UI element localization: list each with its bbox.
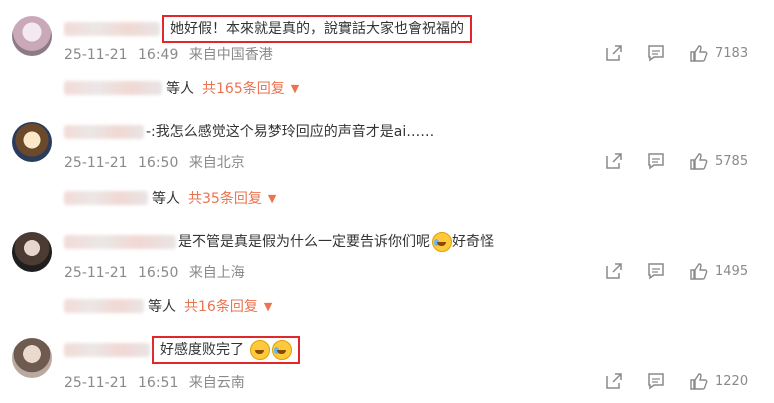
comment-location: 来自北京 — [188, 155, 245, 171]
comment-icon — [648, 373, 664, 390]
crying-emoji — [272, 340, 293, 360]
like-icon — [690, 373, 708, 390]
comment-time: 16:49 — [138, 47, 179, 63]
share-button[interactable] — [604, 370, 624, 392]
comment-meta: 25-11-21 16:50 来自上海 — [64, 262, 245, 282]
comment-text: 好感度败完了 — [160, 342, 244, 358]
comment-meta: 25-11-21 16:51 来自云南 — [64, 372, 245, 392]
comment-actions: 1220 — [604, 370, 774, 392]
like-icon — [690, 263, 708, 280]
comment-actions: 5785 — [604, 150, 774, 172]
comment-location: 来自上海 — [188, 265, 245, 281]
reply-users-label: 等人 — [152, 191, 180, 207]
avatar[interactable] — [12, 16, 52, 56]
reply-count[interactable]: 共35条回复 — [188, 188, 262, 208]
comment-actions: 7183 — [604, 42, 774, 64]
comment-button[interactable] — [646, 370, 666, 392]
comment-line: -:我怎么感觉这个易梦玲回应的声音才是ai…… — [64, 122, 434, 142]
laugh-cry-emoji — [432, 232, 452, 252]
comment-line: 好感度败完了 — [64, 336, 301, 364]
caret-down-icon[interactable]: ▼ — [291, 82, 299, 95]
blurred-reply-users — [64, 299, 144, 313]
comment-location: 来自云南 — [188, 375, 245, 391]
like-count: 7183 — [715, 45, 749, 61]
laugh-emoji — [250, 340, 271, 360]
reply-users-label: 等人 — [166, 81, 194, 97]
share-button[interactable] — [604, 150, 624, 172]
comment-icon — [648, 45, 664, 62]
share-icon — [606, 45, 622, 61]
comment-text: -:我怎么感觉这个易梦玲回应的声音才是ai…… — [146, 124, 435, 140]
comment-meta: 25-11-21 16:49 来自中国香港 — [64, 44, 273, 64]
like-button[interactable]: 1220 — [689, 370, 748, 392]
comment-actions: 1495 — [604, 260, 774, 282]
share-button[interactable] — [604, 42, 624, 64]
comment-icon — [648, 263, 664, 280]
comment-text-highlight: 她好假！本來就是真的，說實話大家也會祝福的 — [162, 15, 472, 43]
share-icon — [606, 153, 622, 169]
comment-time: 16:50 — [138, 155, 179, 171]
avatar[interactable] — [12, 122, 52, 162]
reply-summary[interactable]: 等人 共35条回复 ▼ — [64, 188, 276, 208]
comment-date: 25-11-21 — [64, 375, 128, 391]
like-icon — [690, 153, 708, 170]
blurred-username[interactable] — [64, 22, 160, 36]
avatar[interactable] — [12, 232, 52, 272]
avatar[interactable] — [12, 338, 52, 378]
like-count: 1220 — [715, 373, 749, 389]
blurred-username[interactable] — [64, 125, 144, 139]
comment-location: 来自中国香港 — [188, 47, 273, 63]
reply-count[interactable]: 共165条回复 — [202, 78, 285, 98]
comment-button[interactable] — [646, 42, 666, 64]
comment-date: 25-11-21 — [64, 155, 128, 171]
share-button[interactable] — [604, 260, 624, 282]
comment-text: 是不管是真是假为什么一定要告诉你们呢 — [178, 234, 430, 250]
comment-line: 她好假！本來就是真的，說實話大家也會祝福的 — [64, 15, 472, 43]
caret-down-icon[interactable]: ▼ — [264, 300, 272, 313]
like-icon — [690, 45, 708, 62]
blurred-reply-users — [64, 191, 148, 205]
comment-text: 她好假！本來就是真的，說實話大家也會祝福的 — [170, 21, 464, 37]
comment-button[interactable] — [646, 260, 666, 282]
comment-text-suffix: 好奇怪 — [452, 234, 494, 250]
comment-meta: 25-11-21 16:50 来自北京 — [64, 152, 245, 172]
comment-time: 16:50 — [138, 265, 179, 281]
blurred-username[interactable] — [64, 235, 176, 249]
reply-summary[interactable]: 等人 共16条回复 ▼ — [64, 296, 272, 316]
reply-summary[interactable]: 等人 共165条回复 ▼ — [64, 78, 299, 98]
reply-count[interactable]: 共16条回复 — [184, 296, 258, 316]
comment-time: 16:51 — [138, 375, 179, 391]
like-button[interactable]: 7183 — [689, 42, 748, 64]
blurred-reply-users — [64, 81, 162, 95]
comment-button[interactable] — [646, 150, 666, 172]
like-button[interactable]: 1495 — [689, 260, 748, 282]
like-button[interactable]: 5785 — [689, 150, 748, 172]
comment-date: 25-11-21 — [64, 265, 128, 281]
like-count: 1495 — [715, 263, 749, 279]
caret-down-icon[interactable]: ▼ — [268, 192, 276, 205]
comment-icon — [648, 153, 664, 170]
like-count: 5785 — [715, 153, 749, 169]
reply-users-label: 等人 — [148, 299, 176, 315]
comment-line: 是不管是真是假为什么一定要告诉你们呢 好奇怪 — [64, 232, 494, 252]
share-icon — [606, 373, 622, 389]
comment-date: 25-11-21 — [64, 47, 128, 63]
comment-text-highlight: 好感度败完了 — [152, 336, 301, 364]
share-icon — [606, 263, 622, 279]
blurred-username[interactable] — [64, 343, 150, 357]
